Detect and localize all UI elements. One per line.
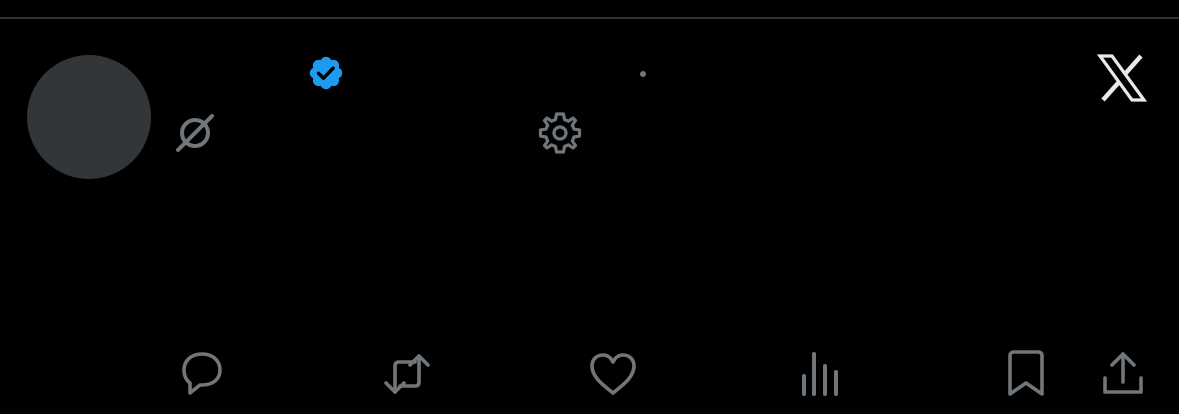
verified-badge-icon <box>307 54 345 92</box>
like-button[interactable] <box>587 348 639 400</box>
gear-icon[interactable] <box>537 110 583 156</box>
bookmark-icon <box>1008 350 1044 396</box>
bookmark-button[interactable] <box>1000 348 1052 400</box>
reply-button[interactable] <box>176 348 228 400</box>
share-upload-icon <box>1103 352 1143 394</box>
top-divider <box>0 17 1179 19</box>
not-allowed-icon <box>174 113 216 153</box>
x-logo-icon <box>1096 52 1148 104</box>
bar-chart-icon <box>802 352 838 396</box>
heart-icon <box>590 353 636 395</box>
share-button[interactable] <box>1097 348 1149 400</box>
dot-separator <box>640 71 646 77</box>
repost-arrows-icon <box>384 354 430 394</box>
views-button[interactable] <box>794 348 846 400</box>
speech-bubble-icon <box>182 352 222 395</box>
avatar[interactable] <box>27 55 151 179</box>
repost-button[interactable] <box>381 348 433 400</box>
